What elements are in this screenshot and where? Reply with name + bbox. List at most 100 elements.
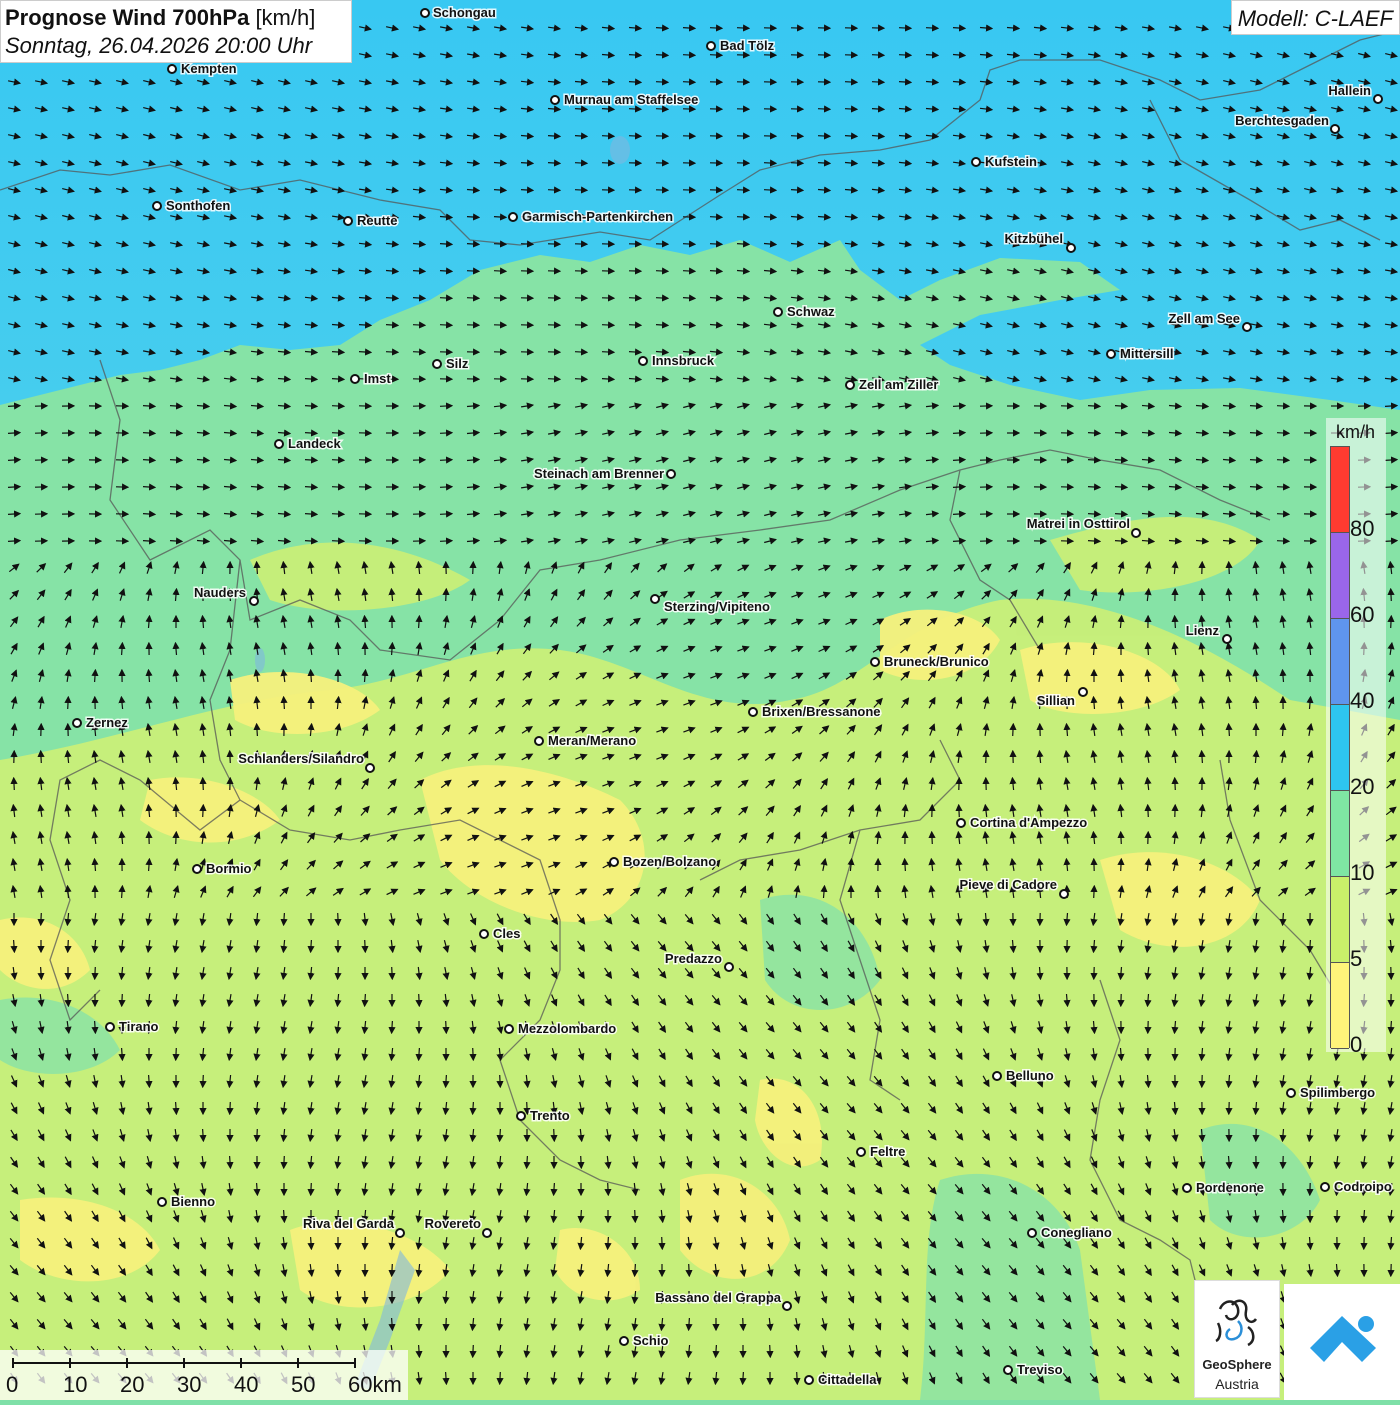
wind-arrow	[1229, 562, 1230, 574]
wind-arrow	[332, 406, 344, 407]
city-marker[interactable]: Schongau	[421, 5, 496, 20]
wind-arrow	[872, 82, 884, 83]
wind-arrow	[926, 28, 938, 29]
wind-arrow	[689, 1318, 690, 1330]
wind-arrow	[170, 406, 182, 407]
wind-arrow	[203, 805, 204, 817]
legend-swatch	[1331, 963, 1349, 1049]
wind-arrow	[473, 562, 474, 574]
wind-arrow	[257, 1183, 258, 1195]
wind-arrow	[143, 460, 155, 461]
wind-arrow	[602, 352, 614, 353]
wind-arrow	[305, 487, 317, 488]
wind-arrow	[656, 298, 668, 299]
wind-arrow	[305, 541, 317, 542]
city-label: Schwaz	[787, 304, 835, 319]
wind-arrow	[332, 352, 344, 353]
wind-arrow	[41, 967, 42, 979]
city-dot	[805, 1376, 813, 1384]
wind-arrow	[899, 82, 911, 83]
wind-arrow	[629, 136, 641, 137]
wind-arrow	[332, 379, 344, 380]
city-label: Codroipo	[1334, 1179, 1392, 1194]
city-marker[interactable]: Garmisch-Partenkirchen	[509, 209, 673, 224]
wind-arrow	[14, 940, 15, 952]
wind-arrow	[365, 994, 366, 1006]
wind-arrow	[440, 514, 452, 515]
wind-arrow	[143, 406, 155, 407]
city-dot	[1223, 635, 1231, 643]
city-marker[interactable]: Cortina d'Ampezzo	[957, 815, 1087, 830]
wind-arrow	[1250, 487, 1262, 488]
geosphere-logo-icon	[1208, 1291, 1268, 1351]
wind-arrow	[1385, 514, 1397, 515]
wind-arrow	[872, 109, 884, 110]
wind-arrow	[1310, 940, 1311, 952]
wind-arrow	[932, 832, 933, 844]
wind-arrow	[602, 82, 614, 83]
wind-arrow	[602, 325, 614, 326]
city-label: Garmisch-Partenkirchen	[522, 209, 673, 224]
wind-arrow	[1391, 616, 1392, 628]
city-marker[interactable]: Conegliano	[1028, 1225, 1112, 1240]
scale-tick	[240, 1358, 242, 1368]
city-marker[interactable]: Pordenone	[1183, 1180, 1264, 1195]
wind-arrow	[575, 136, 587, 137]
city-dot	[535, 737, 543, 745]
city-label: Bruneck/Brunico	[884, 654, 989, 669]
wind-arrow	[1202, 751, 1203, 763]
wind-arrow	[662, 1237, 663, 1249]
city-label: Bozen/Bolzano	[623, 854, 716, 869]
city-label: Zernez	[86, 715, 128, 730]
wind-arrow	[203, 1075, 204, 1087]
wind-arrow	[467, 271, 479, 272]
wind-arrow	[311, 670, 312, 682]
city-marker[interactable]: Bruneck/Brunico	[871, 654, 989, 669]
city-marker[interactable]: Murnau am Staffelsee	[551, 92, 698, 107]
city-marker[interactable]: Zell am Ziller	[846, 377, 938, 392]
wind-map[interactable]: SchongauBad TölzKemptenMurnau am Staffel…	[0, 0, 1400, 1400]
wind-arrow	[284, 1156, 285, 1168]
wind-arrow	[527, 1102, 528, 1114]
wind-arrow	[689, 1264, 690, 1276]
wind-arrow	[122, 1048, 123, 1060]
city-label: Schio	[633, 1333, 668, 1348]
wind-arrow	[797, 1372, 798, 1384]
city-marker[interactable]: Bozen/Bolzano	[610, 854, 716, 869]
city-marker[interactable]: Mezzolombardo	[505, 1021, 616, 1036]
wind-arrow	[170, 433, 182, 434]
wind-arrow	[494, 190, 506, 191]
logo-name: GeoSphere	[1195, 1357, 1279, 1372]
wind-arrow	[575, 163, 587, 164]
wind-arrow	[440, 271, 452, 272]
wind-arrow	[1115, 487, 1127, 488]
wind-arrow	[743, 1318, 744, 1330]
wind-arrow	[1115, 406, 1127, 407]
city-dot	[707, 42, 715, 50]
geosphere-logo[interactable]: GeoSphere Austria	[1194, 1280, 1280, 1398]
wind-arrow	[122, 994, 123, 1006]
city-dot	[517, 1112, 525, 1120]
city-dot	[193, 865, 201, 873]
legend-label: 20	[1350, 774, 1374, 800]
wind-arrow	[440, 460, 452, 461]
city-marker[interactable]: Brixen/Bressanone	[749, 704, 881, 719]
wind-arrow	[1088, 514, 1100, 515]
city-marker[interactable]: Meran/Merano	[535, 733, 636, 748]
wind-arrow	[656, 325, 668, 326]
wind-arrow	[230, 1156, 231, 1168]
wind-arrow	[629, 82, 641, 83]
legend-label: 0	[1350, 1032, 1362, 1058]
city-marker[interactable]: Spilimbergo	[1287, 1085, 1375, 1100]
wind-arrow	[629, 325, 641, 326]
city-label: Schlanders/Silandro	[238, 751, 364, 766]
wind-arrow	[1148, 805, 1149, 817]
wind-arrow	[953, 433, 965, 434]
city-marker[interactable]: Steinach am Brenner	[534, 466, 675, 481]
city-dot	[846, 381, 854, 389]
wind-arrow	[8, 433, 20, 434]
wind-arrow	[791, 163, 803, 164]
city-dot	[749, 708, 757, 716]
app-logo[interactable]	[1284, 1284, 1400, 1400]
wind-arrow	[737, 190, 749, 191]
